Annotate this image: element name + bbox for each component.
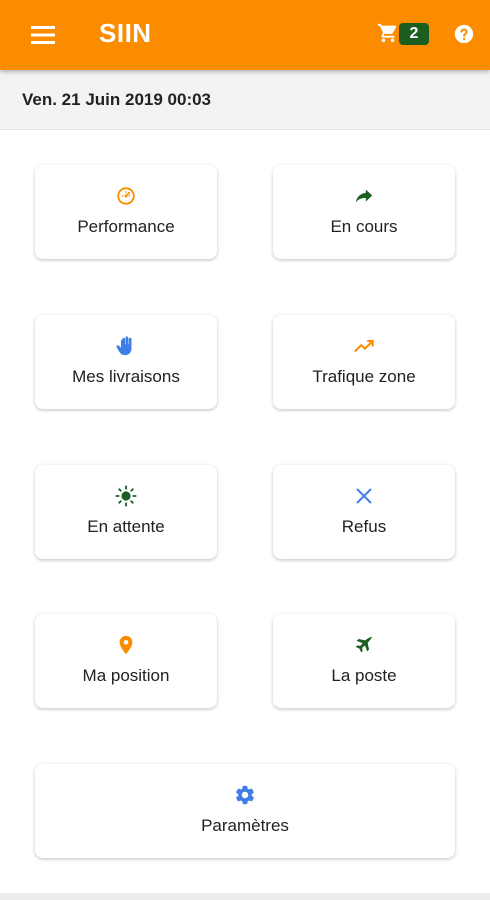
parametres-tile[interactable]: Paramètres	[35, 764, 455, 858]
shopping-cart-icon	[377, 23, 397, 43]
cart-button[interactable]: 2	[377, 20, 433, 50]
en-attente-tile[interactable]: En attente	[35, 465, 217, 559]
help-button[interactable]	[453, 23, 475, 45]
en-attente-label: En attente	[87, 517, 165, 536]
parametres-label: Paramètres	[201, 816, 289, 835]
performance-label: Performance	[77, 217, 175, 236]
hand-icon	[116, 336, 132, 356]
current-date: Ven. 21 Juin 2019 00:03	[22, 90, 212, 109]
forward-arrow-icon	[355, 189, 373, 203]
en-cours-tile[interactable]: En cours	[273, 165, 455, 259]
date-bar: Ven. 21 Juin 2019 00:03	[0, 70, 490, 130]
airplane-icon	[355, 636, 373, 653]
trending-up-icon	[354, 339, 374, 353]
sun-icon	[115, 485, 137, 507]
la-poste-label: La poste	[331, 666, 397, 685]
map-pin-icon	[119, 635, 133, 655]
app-title: SIIN	[99, 18, 152, 48]
bottom-strip	[0, 893, 490, 900]
help-circle-icon	[454, 24, 474, 44]
app-bar: SIIN 2	[0, 0, 490, 70]
hamburger-menu-icon	[31, 26, 55, 44]
en-cours-label: En cours	[330, 217, 398, 236]
speedometer-icon	[117, 187, 135, 205]
trafique-zone-tile[interactable]: Trafique zone	[273, 315, 455, 409]
mes-livraisons-label: Mes livraisons	[72, 367, 180, 386]
refus-label: Refus	[341, 517, 387, 536]
trafique-zone-label: Trafique zone	[312, 367, 416, 386]
la-poste-tile[interactable]: La poste	[273, 614, 455, 708]
ma-position-label: Ma position	[82, 666, 170, 685]
menu-button[interactable]	[26, 20, 60, 50]
refus-tile[interactable]: Refus	[273, 465, 455, 559]
ma-position-tile[interactable]: Ma position	[35, 614, 217, 708]
cart-count-badge: 2	[399, 23, 429, 45]
mes-livraisons-tile[interactable]: Mes livraisons	[35, 315, 217, 409]
gear-icon	[236, 785, 254, 805]
close-icon	[356, 488, 372, 504]
performance-tile[interactable]: Performance	[35, 165, 217, 259]
